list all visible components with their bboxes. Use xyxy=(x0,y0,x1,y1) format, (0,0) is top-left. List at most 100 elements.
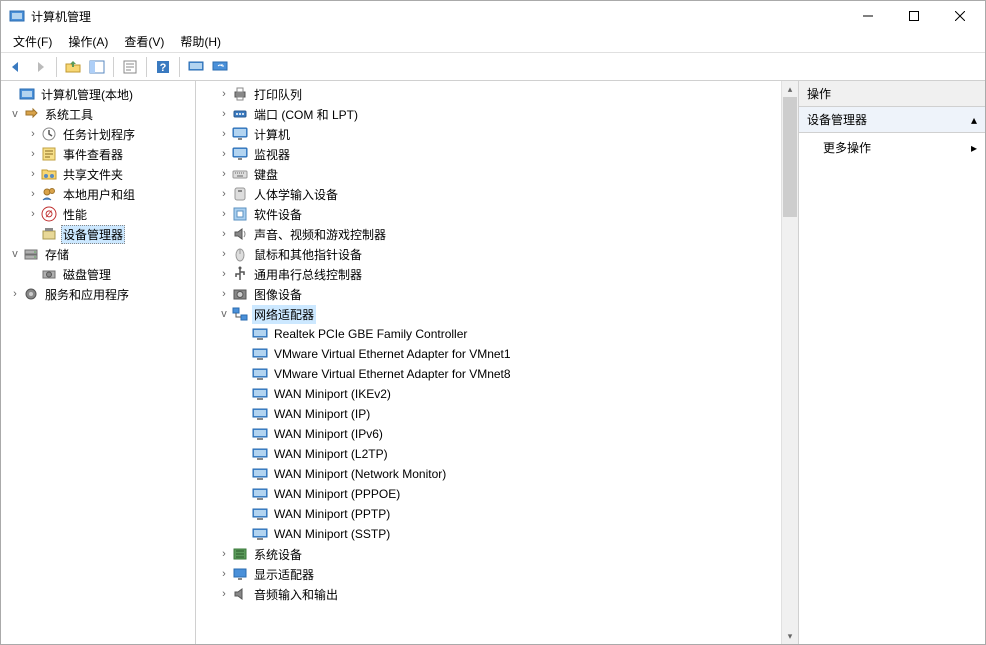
expand-icon[interactable]: › xyxy=(216,186,232,202)
expand-icon[interactable]: › xyxy=(25,166,41,182)
expand-icon[interactable]: › xyxy=(216,246,232,262)
collapse-icon[interactable]: v xyxy=(216,306,232,322)
expand-icon[interactable]: › xyxy=(216,226,232,242)
cat-ports[interactable]: ›端口 (COM 和 LPT) xyxy=(208,104,781,124)
menu-file[interactable]: 文件(F) xyxy=(5,31,60,52)
expand-icon[interactable]: › xyxy=(216,586,232,602)
expand-icon[interactable]: › xyxy=(216,546,232,562)
expand-icon[interactable]: › xyxy=(216,206,232,222)
tree-services[interactable]: › 服务和应用程序 xyxy=(1,284,195,304)
tree-performance[interactable]: › 性能 xyxy=(1,204,195,224)
actions-section[interactable]: 设备管理器 ▴ xyxy=(799,107,985,133)
network-adapter-item[interactable]: WAN Miniport (IP) xyxy=(208,404,781,424)
keyboard-icon xyxy=(232,166,248,182)
expand-icon[interactable]: › xyxy=(25,146,41,162)
more-actions[interactable]: 更多操作 ▸ xyxy=(799,133,985,162)
expand-icon[interactable]: › xyxy=(25,186,41,202)
expand-icon[interactable]: › xyxy=(25,206,41,222)
expand-icon[interactable]: › xyxy=(216,266,232,282)
toolbar-separator xyxy=(179,57,180,77)
collapse-icon[interactable]: v xyxy=(7,246,23,262)
network-adapter-item[interactable]: VMware Virtual Ethernet Adapter for VMne… xyxy=(208,364,781,384)
folder-share-icon xyxy=(41,166,57,182)
scan-button[interactable] xyxy=(185,56,207,78)
cat-sound[interactable]: ›声音、视频和游戏控制器 xyxy=(208,224,781,244)
cat-hid[interactable]: ›人体学输入设备 xyxy=(208,184,781,204)
network-adapter-item[interactable]: WAN Miniport (IPv6) xyxy=(208,424,781,444)
refresh-button[interactable] xyxy=(209,56,231,78)
help-button[interactable]: ? xyxy=(152,56,174,78)
cat-system-devices[interactable]: ›系统设备 xyxy=(208,544,781,564)
window-title: 计算机管理 xyxy=(31,8,845,25)
network-adapter-item[interactable]: WAN Miniport (PPPOE) xyxy=(208,484,781,504)
tree-storage[interactable]: v 存储 xyxy=(1,244,195,264)
mmc-icon xyxy=(19,86,35,102)
network-adapter-item[interactable]: WAN Miniport (PPTP) xyxy=(208,504,781,524)
expand-icon[interactable]: › xyxy=(7,286,23,302)
device-tree[interactable]: ›打印队列 ›端口 (COM 和 LPT) ›计算机 ›监视器 ›键盘 ›人体学… xyxy=(196,81,781,644)
netcard-icon xyxy=(252,346,268,362)
cat-mice[interactable]: ›鼠标和其他指针设备 xyxy=(208,244,781,264)
expand-icon[interactable]: › xyxy=(25,126,41,142)
network-adapter-item[interactable]: WAN Miniport (SSTP) xyxy=(208,524,781,544)
cat-print-queues[interactable]: ›打印队列 xyxy=(208,84,781,104)
scrollbar[interactable]: ▴ ▾ xyxy=(781,81,798,644)
tree-device-manager[interactable]: 设备管理器 xyxy=(1,224,195,244)
show-hide-button[interactable] xyxy=(86,56,108,78)
cat-computer[interactable]: ›计算机 xyxy=(208,124,781,144)
menu-action[interactable]: 操作(A) xyxy=(60,31,116,52)
hammer-icon xyxy=(23,106,39,122)
back-button[interactable] xyxy=(5,56,27,78)
expand-icon[interactable]: › xyxy=(216,286,232,302)
cat-keyboards[interactable]: ›键盘 xyxy=(208,164,781,184)
menu-help[interactable]: 帮助(H) xyxy=(172,31,229,52)
expand-icon[interactable]: › xyxy=(216,86,232,102)
collapse-icon[interactable]: v xyxy=(7,106,23,122)
scroll-up-icon[interactable]: ▴ xyxy=(782,81,798,97)
scrollbar-thumb[interactable] xyxy=(783,97,797,217)
close-button[interactable] xyxy=(937,1,983,31)
scroll-down-icon[interactable]: ▾ xyxy=(782,628,798,644)
netcard-icon xyxy=(252,366,268,382)
printer-icon xyxy=(232,86,248,102)
cat-imaging[interactable]: ›图像设备 xyxy=(208,284,781,304)
expand-icon[interactable]: › xyxy=(216,166,232,182)
cat-network-adapters[interactable]: v网络适配器 xyxy=(208,304,781,324)
left-tree[interactable]: 计算机管理(本地) v 系统工具 › 任务计划程序 › 事件查看器 › 共享文件… xyxy=(1,81,196,644)
cat-monitors[interactable]: ›监视器 xyxy=(208,144,781,164)
cat-audio-io[interactable]: ›音频输入和输出 xyxy=(208,584,781,604)
network-adapter-item[interactable]: WAN Miniport (Network Monitor) xyxy=(208,464,781,484)
netcard-icon xyxy=(252,386,268,402)
expand-icon[interactable]: › xyxy=(216,146,232,162)
tree-system-tools[interactable]: v 系统工具 xyxy=(1,104,195,124)
tree-disk-mgmt[interactable]: 磁盘管理 xyxy=(1,264,195,284)
network-adapter-item[interactable]: Realtek PCIe GBE Family Controller xyxy=(208,324,781,344)
network-adapter-item[interactable]: WAN Miniport (IKEv2) xyxy=(208,384,781,404)
up-button[interactable] xyxy=(62,56,84,78)
cat-usb[interactable]: ›通用串行总线控制器 xyxy=(208,264,781,284)
collapse-icon[interactable] xyxy=(3,86,19,102)
tree-shared-folders[interactable]: › 共享文件夹 xyxy=(1,164,195,184)
network-adapter-item[interactable]: WAN Miniport (L2TP) xyxy=(208,444,781,464)
tree-task-scheduler[interactable]: › 任务计划程序 xyxy=(1,124,195,144)
expand-icon[interactable]: › xyxy=(216,106,232,122)
expand-icon[interactable]: › xyxy=(216,126,232,142)
svg-text:?: ? xyxy=(160,62,167,74)
chevron-right-icon: ▸ xyxy=(971,141,977,155)
cat-display-adapters[interactable]: ›显示适配器 xyxy=(208,564,781,584)
properties-button[interactable] xyxy=(119,56,141,78)
network-adapter-item[interactable]: VMware Virtual Ethernet Adapter for VMne… xyxy=(208,344,781,364)
expand-icon[interactable]: › xyxy=(216,566,232,582)
tree-local-users[interactable]: › 本地用户和组 xyxy=(1,184,195,204)
menu-view[interactable]: 查看(V) xyxy=(116,31,172,52)
tree-root[interactable]: 计算机管理(本地) xyxy=(1,84,195,104)
event-icon xyxy=(41,146,57,162)
minimize-button[interactable] xyxy=(845,1,891,31)
forward-button[interactable] xyxy=(29,56,51,78)
cat-software-devices[interactable]: ›软件设备 xyxy=(208,204,781,224)
tree-event-viewer[interactable]: › 事件查看器 xyxy=(1,144,195,164)
device-icon xyxy=(41,226,57,242)
collapse-icon[interactable]: ▴ xyxy=(971,113,977,127)
sound-icon xyxy=(232,226,248,242)
maximize-button[interactable] xyxy=(891,1,937,31)
